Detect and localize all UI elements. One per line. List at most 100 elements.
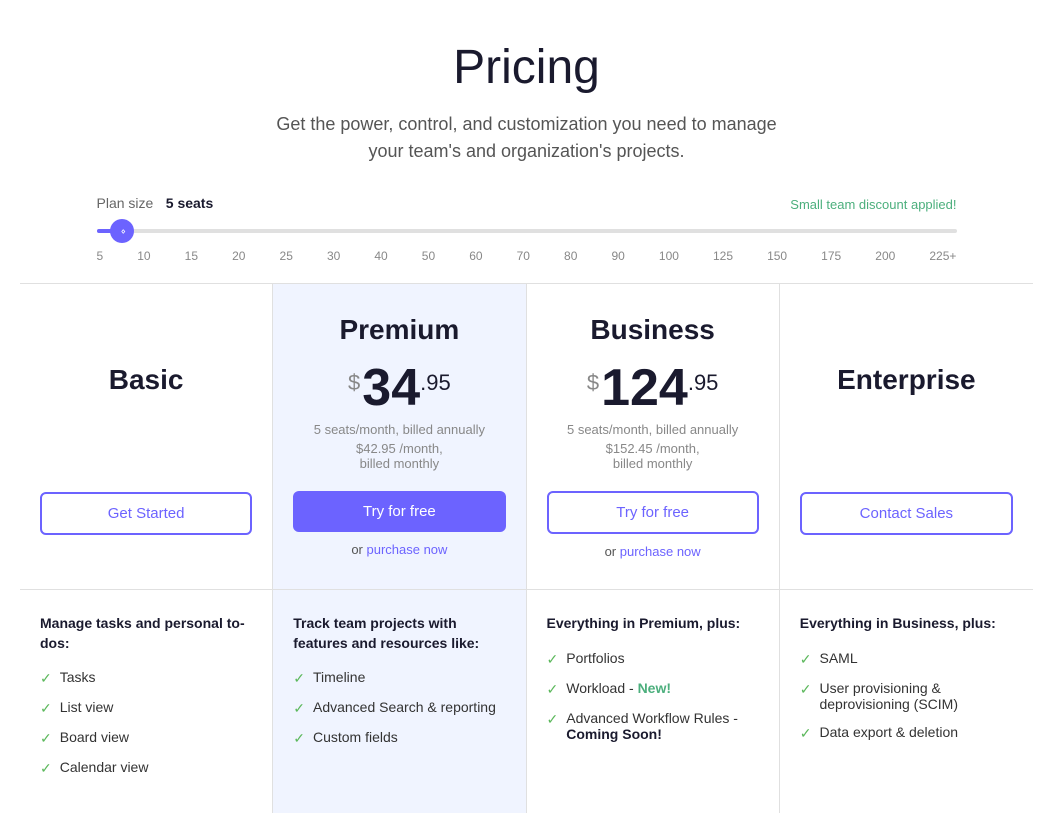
plan-size-label: Plan size: [97, 195, 154, 211]
check-icon: ✓: [800, 651, 812, 668]
feature-label: Workload - New!: [566, 680, 671, 696]
enterprise-cta-button[interactable]: Contact Sales: [800, 492, 1013, 535]
slider-tick: 10: [137, 249, 150, 263]
check-icon: ✓: [40, 730, 52, 747]
slider-tick: 20: [232, 249, 245, 263]
feature-label: List view: [60, 699, 114, 715]
premium-currency: $: [348, 370, 360, 396]
check-icon: ✓: [547, 711, 559, 728]
business-cta-button[interactable]: Try for free: [547, 491, 759, 534]
business-price-period: 5 seats/month, billed annually: [547, 422, 759, 437]
coming-soon-badge: Coming Soon!: [566, 726, 662, 742]
check-icon: ✓: [800, 725, 812, 742]
slider-tick: 125: [713, 249, 733, 263]
plan-size-value: 5 seats: [166, 195, 213, 211]
basic-features-title: Manage tasks and personal to-dos:: [40, 614, 252, 653]
check-icon: ✓: [547, 681, 559, 698]
plan-enterprise: Enterprise Contact Sales: [780, 284, 1033, 589]
premium-price-main: 34: [362, 362, 420, 414]
premium-price-cents: .95: [420, 370, 451, 396]
enterprise-features-title: Everything in Business, plus:: [800, 614, 1013, 634]
slider-tick: 90: [611, 249, 624, 263]
check-icon: ✓: [293, 700, 305, 717]
premium-price-period: 5 seats/month, billed annually: [293, 422, 505, 437]
premium-price-monthly: $42.95 /month,billed monthly: [293, 441, 505, 471]
pricing-table-header: Basic Get Started Premium $ 34 .95 5 sea…: [20, 283, 1033, 589]
slider-tick: 25: [280, 249, 293, 263]
feature-item: ✓ Advanced Workflow Rules - Coming Soon!: [547, 710, 759, 742]
slider-tick: 175: [821, 249, 841, 263]
feature-item: ✓ Advanced Search & reporting: [293, 699, 505, 717]
plan-basic: Basic Get Started: [20, 284, 273, 589]
premium-price-display: $ 34 .95: [293, 362, 505, 414]
business-features-title: Everything in Premium, plus:: [547, 614, 759, 634]
feature-item: ✓ Portfolios: [547, 650, 759, 668]
slider-tick: 150: [767, 249, 787, 263]
new-badge: New!: [638, 680, 671, 696]
features-table: Manage tasks and personal to-dos: ✓ Task…: [20, 589, 1033, 813]
slider-tick: 200: [875, 249, 895, 263]
page-title: Pricing: [20, 40, 1033, 95]
feature-item: ✓ SAML: [800, 650, 1013, 668]
business-price-cents: .95: [688, 370, 719, 396]
feature-item: ✓ Workload - New!: [547, 680, 759, 698]
check-icon: ✓: [547, 651, 559, 668]
feature-label: Data export & deletion: [819, 724, 958, 740]
feature-label: Custom fields: [313, 729, 398, 745]
business-price-monthly: $152.45 /month,billed monthly: [547, 441, 759, 471]
plan-premium-name: Premium: [293, 314, 505, 346]
feature-item: ✓ Custom fields: [293, 729, 505, 747]
plan-business-name: Business: [547, 314, 759, 346]
business-purchase-link-area: or purchase now: [547, 544, 759, 559]
slider-tick: 225+: [929, 249, 956, 263]
premium-features: Track team projects with features and re…: [273, 590, 526, 813]
slider-tick: 30: [327, 249, 340, 263]
feature-label: User provisioning & deprovisioning (SCIM…: [819, 680, 1013, 712]
business-price-main: 124: [601, 362, 688, 414]
feature-item: ✓ User provisioning & deprovisioning (SC…: [800, 680, 1013, 712]
plan-premium: Premium $ 34 .95 5 seats/month, billed a…: [273, 284, 526, 589]
check-icon: ✓: [40, 700, 52, 717]
slider-tick: 60: [469, 249, 482, 263]
feature-label: Advanced Workflow Rules - Coming Soon!: [566, 710, 759, 742]
slider-container[interactable]: ‹›: [97, 221, 957, 241]
discount-label: Small team discount applied!: [790, 197, 956, 212]
feature-label: Timeline: [313, 669, 365, 685]
slider-arrows-icon: ‹›: [121, 226, 124, 237]
plan-business: Business $ 124 .95 5 seats/month, billed…: [527, 284, 780, 589]
business-features: Everything in Premium, plus: ✓ Portfolio…: [527, 590, 780, 813]
check-icon: ✓: [800, 681, 812, 698]
slider-thumb[interactable]: ‹›: [110, 219, 134, 243]
premium-purchase-link-area: or purchase now: [293, 542, 505, 557]
feature-label: Portfolios: [566, 650, 624, 666]
page-subtitle: Get the power, control, and customizatio…: [20, 111, 1033, 165]
basic-cta-button[interactable]: Get Started: [40, 492, 252, 535]
feature-label: Tasks: [60, 669, 96, 685]
premium-purchase-link[interactable]: purchase now: [366, 542, 447, 557]
slider-track: ‹›: [97, 229, 957, 233]
feature-label: Board view: [60, 729, 129, 745]
slider-tick: 15: [185, 249, 198, 263]
business-currency: $: [587, 370, 599, 396]
plan-basic-name: Basic: [40, 364, 252, 396]
feature-item: ✓ Data export & deletion: [800, 724, 1013, 742]
slider-tick: 80: [564, 249, 577, 263]
feature-label: Advanced Search & reporting: [313, 699, 496, 715]
check-icon: ✓: [40, 760, 52, 777]
enterprise-features: Everything in Business, plus: ✓ SAML ✓ U…: [780, 590, 1033, 813]
business-purchase-link[interactable]: purchase now: [620, 544, 701, 559]
feature-label: SAML: [819, 650, 857, 666]
slider-tick: 70: [517, 249, 530, 263]
feature-item: ✓ Timeline: [293, 669, 505, 687]
slider-tick: 5: [97, 249, 104, 263]
check-icon: ✓: [293, 670, 305, 687]
feature-item: ✓ Board view: [40, 729, 252, 747]
basic-features: Manage tasks and personal to-dos: ✓ Task…: [20, 590, 273, 813]
feature-item: ✓ List view: [40, 699, 252, 717]
check-icon: ✓: [40, 670, 52, 687]
feature-item: ✓ Tasks: [40, 669, 252, 687]
premium-cta-button[interactable]: Try for free: [293, 491, 505, 532]
plan-enterprise-name: Enterprise: [800, 364, 1013, 396]
slider-tick: 40: [374, 249, 387, 263]
slider-tick: 50: [422, 249, 435, 263]
